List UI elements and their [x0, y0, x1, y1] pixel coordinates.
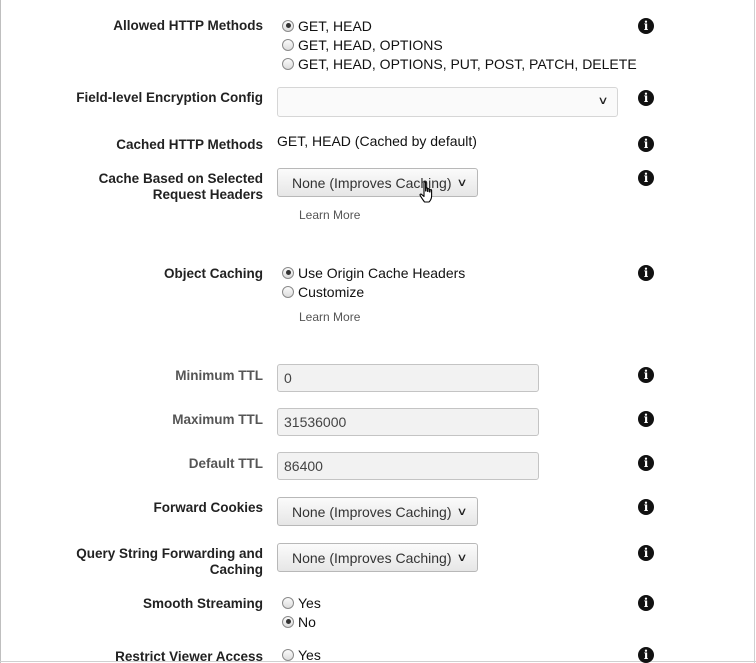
query-string-dropdown[interactable]: None (Improves Caching) ∨	[277, 543, 478, 572]
allowed-methods-option-all[interactable]: GET, HEAD, OPTIONS, PUT, POST, PATCH, DE…	[282, 54, 637, 73]
info-icon[interactable]: i	[638, 647, 654, 663]
cache-based-on-headers-label-line1: Cache Based on Selected	[98, 171, 263, 186]
maximum-ttl-input[interactable]: 31536000	[277, 408, 539, 436]
minimum-ttl-input[interactable]: 0	[277, 364, 539, 392]
option-label: GET, HEAD	[298, 17, 372, 34]
radio-button[interactable]	[282, 57, 294, 70]
minimum-ttl-label: Minimum TTL	[175, 368, 263, 383]
allowed-methods-option-get-head-options[interactable]: GET, HEAD, OPTIONS	[282, 35, 443, 54]
info-icon[interactable]: i	[638, 18, 654, 34]
radio-button[interactable]	[282, 38, 294, 51]
chevron-down-icon: ∨	[455, 552, 468, 564]
field-level-encryption-label: Field-level Encryption Config	[76, 90, 263, 105]
query-string-label-line2: Caching	[209, 562, 263, 577]
object-caching-option-customize[interactable]: Customize	[282, 282, 364, 301]
info-icon[interactable]: i	[638, 90, 654, 106]
hand-pointer-icon	[419, 181, 433, 203]
info-icon[interactable]: i	[638, 455, 654, 471]
smooth-streaming-label: Smooth Streaming	[142, 596, 263, 611]
object-caching-option-origin-headers[interactable]: Use Origin Cache Headers	[282, 263, 465, 282]
info-icon[interactable]: i	[638, 367, 654, 383]
option-label: Yes	[298, 646, 321, 663]
restrict-viewer-access-label: Restrict Viewer Access	[115, 649, 263, 663]
radio-button[interactable]	[282, 19, 294, 32]
default-ttl-input[interactable]: 86400	[277, 452, 539, 480]
default-ttl-label: Default TTL	[188, 456, 263, 471]
forward-cookies-label: Forward Cookies	[153, 500, 263, 515]
maximum-ttl-label: Maximum TTL	[172, 412, 263, 427]
radio-button[interactable]	[282, 596, 294, 609]
info-icon[interactable]: i	[638, 499, 654, 515]
option-label: GET, HEAD, OPTIONS, PUT, POST, PATCH, DE…	[298, 55, 637, 72]
restrict-viewer-option-yes[interactable]: Yes	[282, 645, 321, 663]
info-icon[interactable]: i	[638, 170, 654, 186]
info-icon[interactable]: i	[638, 595, 654, 611]
left-border	[0, 0, 1, 663]
option-label: Customize	[298, 283, 365, 300]
learn-more-link[interactable]: Learn More	[299, 208, 360, 222]
option-label: Yes	[298, 594, 321, 611]
option-label: No	[298, 613, 316, 630]
cached-http-methods-label: Cached HTTP Methods	[116, 137, 263, 152]
allowed-methods-option-get-head[interactable]: GET, HEAD	[282, 16, 372, 35]
radio-button[interactable]	[282, 266, 294, 279]
cache-based-on-headers-label-line2: Request Headers	[152, 187, 263, 202]
cached-http-methods-value: GET, HEAD (Cached by default)	[277, 133, 477, 149]
option-label: GET, HEAD, OPTIONS	[298, 36, 443, 53]
chevron-down-icon: ∨	[597, 95, 609, 107]
forward-cookies-dropdown[interactable]: None (Improves Caching) ∨	[277, 497, 478, 526]
dropdown-value: None (Improves Caching)	[292, 503, 452, 520]
info-icon[interactable]: i	[638, 265, 654, 281]
learn-more-link[interactable]: Learn More	[299, 310, 360, 324]
field-level-encryption-select[interactable]: ∨	[277, 87, 618, 117]
allowed-http-methods-label: Allowed HTTP Methods	[113, 18, 263, 33]
radio-button[interactable]	[282, 648, 294, 661]
chevron-down-icon: ∨	[455, 177, 468, 189]
smooth-streaming-option-yes[interactable]: Yes	[282, 593, 321, 612]
option-label: Use Origin Cache Headers	[298, 264, 466, 281]
query-string-label-line1: Query String Forwarding and	[76, 546, 263, 561]
chevron-down-icon: ∨	[455, 506, 468, 518]
info-icon[interactable]: i	[638, 545, 654, 561]
dropdown-value: None (Improves Caching)	[292, 549, 452, 566]
smooth-streaming-option-no[interactable]: No	[282, 612, 316, 631]
right-border	[754, 0, 755, 663]
cache-headers-dropdown[interactable]: None (Improves Caching) ∨	[277, 168, 478, 197]
object-caching-label: Object Caching	[163, 266, 263, 281]
info-icon[interactable]: i	[638, 411, 654, 427]
info-icon[interactable]: i	[638, 136, 654, 152]
radio-button[interactable]	[282, 615, 294, 628]
radio-button[interactable]	[282, 285, 294, 298]
